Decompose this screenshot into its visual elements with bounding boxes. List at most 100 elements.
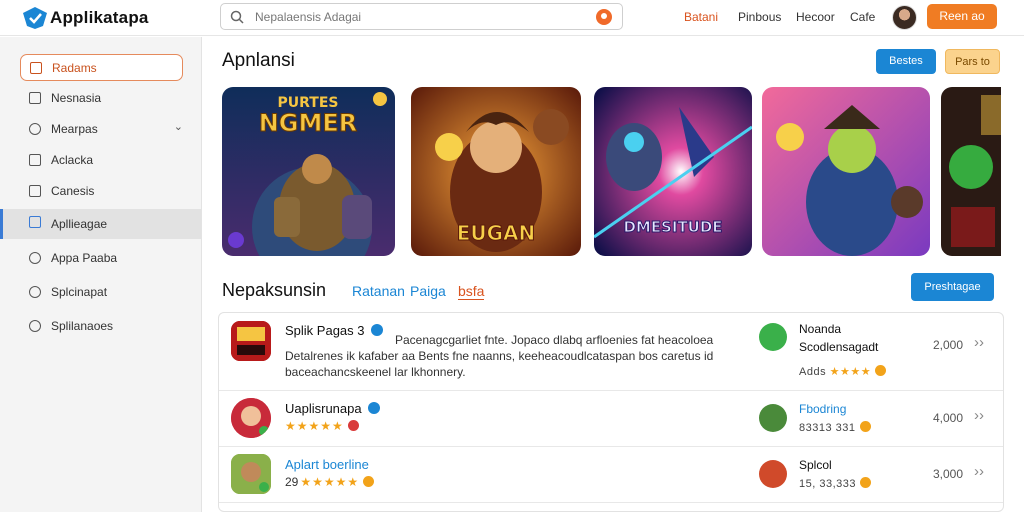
app-name[interactable]: Uaplisrunapa bbox=[285, 401, 380, 416]
header-cta-button[interactable]: Reen ao bbox=[927, 4, 997, 29]
sidebar-item-aclacka[interactable]: Aclacka bbox=[20, 147, 183, 174]
app-rating: ★★★★★ bbox=[285, 419, 359, 433]
sidebar-item-label: Mearpas bbox=[51, 122, 98, 136]
search-input[interactable]: Nepalaensis Adagai bbox=[220, 3, 623, 30]
nav-item-cafe[interactable]: Cafe bbox=[850, 10, 875, 24]
chevron-down-icon[interactable]: ⌄ bbox=[174, 120, 183, 133]
search-icon bbox=[230, 10, 244, 24]
list-item[interactable]: Uaplisrunapa ★★★★★ Fbodring 83313 331 4,… bbox=[219, 391, 1003, 447]
person-icon bbox=[29, 286, 41, 298]
developer-meta-text: 83313 331 bbox=[799, 422, 856, 434]
app-icon-art bbox=[231, 454, 271, 494]
developer-icon bbox=[759, 404, 787, 432]
sidebar-item-radams[interactable]: Radams bbox=[20, 54, 183, 81]
sidebar-item-nesnasia[interactable]: Nesnasia bbox=[20, 85, 183, 112]
app-description-line2: Detalrenes ik kafaber aa Bents fne naann… bbox=[285, 349, 714, 363]
sidebar: Radams Nesnasia Mearpas ⌄ Aclacka Canesi… bbox=[0, 37, 202, 512]
app-name-text: Uaplisrunapa bbox=[285, 401, 362, 416]
card-art-title: EUGAN bbox=[457, 221, 536, 245]
document-icon bbox=[29, 154, 41, 166]
developer-icon bbox=[759, 460, 787, 488]
app-icon bbox=[231, 321, 271, 361]
developer-meta-text: Adds bbox=[799, 366, 827, 378]
app-price: 2,000 bbox=[933, 338, 964, 352]
listing-title: Nepaksunsin bbox=[222, 280, 327, 300]
developer-icon bbox=[759, 323, 787, 351]
list-item[interactable]: Splik Pagas 3 Pacenagcgarliet fnte. Jopa… bbox=[219, 313, 1003, 391]
app-icon bbox=[231, 454, 271, 494]
sidebar-item-label: Apllieagae bbox=[51, 217, 108, 231]
app-list: Splik Pagas 3 Pacenagcgarliet fnte. Jopa… bbox=[218, 312, 1004, 512]
nav-item-batani[interactable]: Batani bbox=[684, 10, 718, 24]
app-icon-art bbox=[231, 398, 271, 438]
sidebar-item-canesis[interactable]: Canesis bbox=[20, 178, 183, 205]
chevron-right-icon[interactable]: ›› bbox=[974, 334, 984, 351]
developer-name[interactable]: Noanda bbox=[799, 321, 841, 338]
sidebar-item-apllieagae[interactable]: Apllieagae bbox=[0, 209, 201, 239]
developer-name[interactable]: Fbodring bbox=[799, 401, 846, 418]
developer-name[interactable]: Splcol bbox=[799, 457, 832, 474]
app-name[interactable]: Splik Pagas 3 bbox=[285, 323, 383, 338]
card-art-title: DMESITUDE bbox=[623, 218, 722, 236]
app-price: 3,000 bbox=[933, 467, 964, 481]
featured-secondary-button[interactable]: Pars to bbox=[945, 49, 1000, 74]
user-icon bbox=[29, 123, 41, 135]
chevron-right-icon[interactable]: ›› bbox=[974, 463, 984, 480]
featured-card-1[interactable]: PURTES NGMER bbox=[222, 87, 395, 256]
listing-action-button[interactable]: Preshtagae bbox=[911, 273, 994, 301]
sidebar-item-label: Splilanaoes bbox=[51, 319, 114, 333]
verified-icon bbox=[370, 324, 383, 336]
list-item[interactable]: Aplart boerline 29 ★★★★★ Splcol 15, 33,33… bbox=[219, 447, 1003, 503]
sidebar-item-splilanaoes[interactable]: Splilanaoes bbox=[20, 313, 183, 340]
app-description-line3: baceachancskeenel lar lkhonnery. bbox=[285, 365, 466, 379]
developer-meta-text: 15, 33,333 bbox=[799, 478, 856, 490]
developer-meta: 15, 33,333 bbox=[799, 477, 871, 490]
voice-search-icon[interactable] bbox=[596, 9, 612, 25]
verified-icon bbox=[367, 402, 380, 414]
app-name[interactable]: Aplart boerline bbox=[285, 457, 369, 472]
featured-card-5[interactable] bbox=[941, 87, 1001, 256]
app-icon bbox=[231, 398, 271, 438]
featured-card-3[interactable]: DMESITUDE bbox=[594, 87, 752, 256]
sidebar-item-appa-paaba[interactable]: Appa Paaba bbox=[20, 245, 183, 272]
user-avatar[interactable] bbox=[892, 5, 917, 30]
app-icon-art bbox=[231, 321, 271, 361]
app-description-line1: Pacenagcgarliet fnte. Jopaco dlabq arflo… bbox=[395, 333, 714, 347]
developer-name-line2: Scodlensagadt bbox=[799, 340, 879, 354]
coin-icon bbox=[363, 476, 375, 487]
brand-name[interactable]: Applikatapa bbox=[50, 8, 149, 28]
star-rating-icon: ★★★★ bbox=[829, 366, 872, 378]
tab-bsfa[interactable]: bsfa bbox=[458, 283, 485, 300]
coin-icon bbox=[860, 477, 871, 488]
featured-card-4[interactable] bbox=[762, 87, 930, 256]
game-art-image: EUGAN bbox=[411, 87, 581, 256]
sidebar-item-splcinapat[interactable]: Splcinapat bbox=[20, 279, 183, 306]
sidebar-item-label: Splcinapat bbox=[51, 285, 108, 299]
sidebar-item-label: Appa Paaba bbox=[51, 251, 118, 265]
app-name-text: Splik Pagas 3 bbox=[285, 323, 365, 338]
logo-icon[interactable] bbox=[22, 6, 48, 30]
search-placeholder: Nepalaensis Adagai bbox=[255, 10, 362, 24]
featured-section-title: Apnlansi bbox=[222, 50, 295, 71]
coin-icon bbox=[875, 365, 887, 376]
nav-item-pinbous[interactable]: Pinbous bbox=[738, 10, 781, 24]
app-rating: 29 ★★★★★ bbox=[285, 475, 375, 489]
game-art-image bbox=[762, 87, 930, 256]
sidebar-item-mearpas[interactable]: Mearpas ⌄ bbox=[20, 116, 183, 143]
chevron-right-icon[interactable]: ›› bbox=[974, 407, 984, 424]
location-icon bbox=[29, 252, 41, 264]
coin-icon bbox=[859, 421, 871, 432]
game-art-image bbox=[941, 87, 1001, 256]
game-art-image: PURTES NGMER bbox=[222, 87, 395, 256]
tab-paiga[interactable]: Paiga bbox=[410, 283, 446, 299]
developer-meta: 83313 331 bbox=[799, 421, 871, 434]
grid-icon bbox=[29, 92, 41, 104]
folder-icon bbox=[29, 185, 41, 197]
sidebar-item-label: Canesis bbox=[51, 184, 95, 198]
tab-ratanan[interactable]: Ratanan bbox=[352, 283, 405, 299]
featured-primary-button[interactable]: Bestes bbox=[876, 49, 936, 74]
sidebar-item-label: Aclacka bbox=[51, 153, 94, 167]
nav-item-hecoor[interactable]: Hecoor bbox=[796, 10, 835, 24]
sidebar-item-label: Nesnasia bbox=[51, 91, 102, 105]
featured-card-2[interactable]: EUGAN bbox=[411, 87, 581, 256]
